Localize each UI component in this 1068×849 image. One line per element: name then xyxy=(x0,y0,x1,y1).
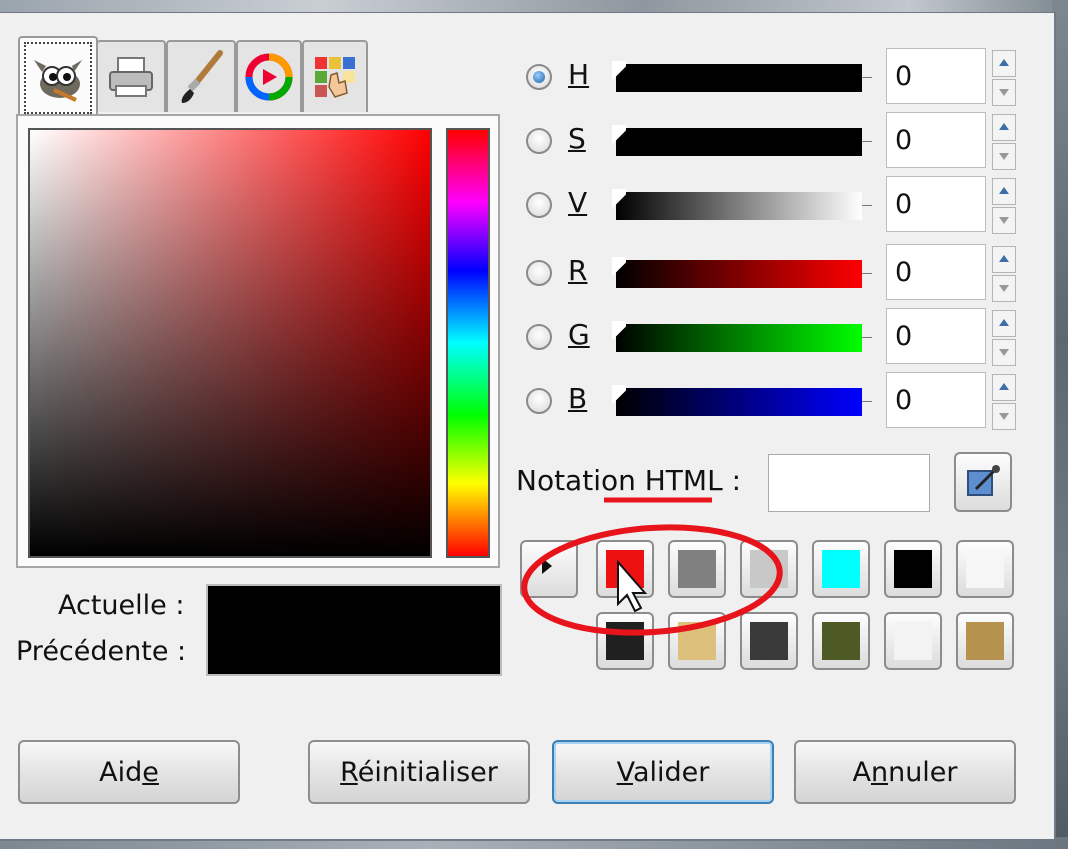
history-swatch-color xyxy=(678,550,716,588)
ok-button[interactable]: Valider xyxy=(552,740,774,804)
history-swatch-3[interactable] xyxy=(740,540,798,598)
radio-g[interactable] xyxy=(526,324,552,350)
channel-label-r: R xyxy=(568,254,588,287)
spin-g[interactable]: 0 xyxy=(886,308,986,364)
slider-r[interactable] xyxy=(612,257,872,291)
channel-row-g: G 0 xyxy=(520,308,1030,366)
tab-watercolor-selector[interactable] xyxy=(166,40,236,112)
eyedropper-button[interactable] xyxy=(954,452,1012,512)
channel-row-v: V 0 xyxy=(520,176,1030,234)
radio-s[interactable] xyxy=(526,128,552,154)
history-swatch-7[interactable] xyxy=(596,612,654,670)
html-notation-input[interactable] xyxy=(768,454,930,512)
slider-h[interactable] xyxy=(612,61,872,95)
tab-focus-ring xyxy=(24,42,92,114)
radio-r[interactable] xyxy=(526,260,552,286)
history-swatch-color xyxy=(966,550,1004,588)
spin-v[interactable]: 0 xyxy=(886,176,986,232)
spin-h[interactable]: 0 xyxy=(886,48,986,104)
radio-h[interactable] xyxy=(526,64,552,90)
saturation-value-square[interactable] xyxy=(28,128,432,558)
channel-label-g: G xyxy=(568,318,590,351)
palette-icon xyxy=(315,57,355,98)
slider-g[interactable] xyxy=(612,321,872,355)
history-swatch-color xyxy=(894,622,932,660)
history-swatch-color xyxy=(750,550,788,588)
channel-row-b: B 0 xyxy=(520,372,1030,430)
history-swatch-9[interactable] xyxy=(740,612,798,670)
channel-row-h: H 0 xyxy=(520,48,1030,106)
radio-v[interactable] xyxy=(526,192,552,218)
channel-row-r: R 0 xyxy=(520,244,1030,302)
tab-palette-selector[interactable] xyxy=(302,40,368,112)
tab-printer-selector[interactable] xyxy=(96,40,166,112)
spin-b[interactable]: 0 xyxy=(886,372,986,428)
history-swatch-11[interactable] xyxy=(884,612,942,670)
spin-arrows-b[interactable] xyxy=(992,374,1016,430)
eyedropper-icon xyxy=(967,465,1000,496)
reset-button[interactable]: Réinitialiser xyxy=(308,740,530,804)
slider-s[interactable] xyxy=(612,125,872,159)
spin-arrows-h[interactable] xyxy=(992,50,1016,106)
history-swatch-2[interactable] xyxy=(668,540,726,598)
color-wheel-icon xyxy=(245,53,293,101)
history-swatch-10[interactable] xyxy=(812,612,870,670)
spin-r[interactable]: 0 xyxy=(886,244,986,300)
history-swatch-color xyxy=(966,622,1004,660)
tab-wheel-selector[interactable] xyxy=(236,40,302,112)
history-add-button[interactable] xyxy=(520,540,578,598)
current-previous-swatch xyxy=(206,584,502,676)
spin-arrows-s[interactable] xyxy=(992,114,1016,170)
cancel-button[interactable]: Annuler xyxy=(794,740,1016,804)
printer-icon xyxy=(109,57,153,97)
slider-b[interactable] xyxy=(612,385,872,419)
previous-label: Précédente : xyxy=(16,636,187,667)
history-swatch-color xyxy=(750,622,788,660)
hue-strip[interactable] xyxy=(446,128,490,558)
spin-s[interactable]: 0 xyxy=(886,112,986,168)
channel-label-s: S xyxy=(568,122,586,155)
html-notation-label: Notation HTML : xyxy=(516,464,741,497)
history-swatch-color xyxy=(822,550,860,588)
current-label: Actuelle : xyxy=(58,590,185,621)
history-swatch-color xyxy=(606,550,644,588)
history-swatch-4[interactable] xyxy=(812,540,870,598)
paintbrush-icon xyxy=(181,50,223,103)
spin-arrows-v[interactable] xyxy=(992,178,1016,234)
history-swatch-6[interactable] xyxy=(956,540,1014,598)
history-swatch-12[interactable] xyxy=(956,612,1014,670)
history-swatch-color xyxy=(894,550,932,588)
channel-label-v: V xyxy=(568,186,588,219)
channel-label-h: H xyxy=(568,58,590,91)
history-swatch-5[interactable] xyxy=(884,540,942,598)
channel-label-b: B xyxy=(568,382,588,415)
spin-arrows-r[interactable] xyxy=(992,246,1016,302)
slider-v[interactable] xyxy=(612,189,872,223)
history-swatch-color xyxy=(678,622,716,660)
tab-gimp-selector[interactable] xyxy=(18,36,98,118)
history-swatch-8[interactable] xyxy=(668,612,726,670)
radio-b[interactable] xyxy=(526,388,552,414)
history-swatch-color xyxy=(822,622,860,660)
channel-row-s: S 0 xyxy=(520,112,1030,170)
history-swatch-1[interactable] xyxy=(596,540,654,598)
help-button[interactable]: Aide xyxy=(18,740,240,804)
spin-arrows-g[interactable] xyxy=(992,310,1016,366)
history-swatch-color xyxy=(606,622,644,660)
